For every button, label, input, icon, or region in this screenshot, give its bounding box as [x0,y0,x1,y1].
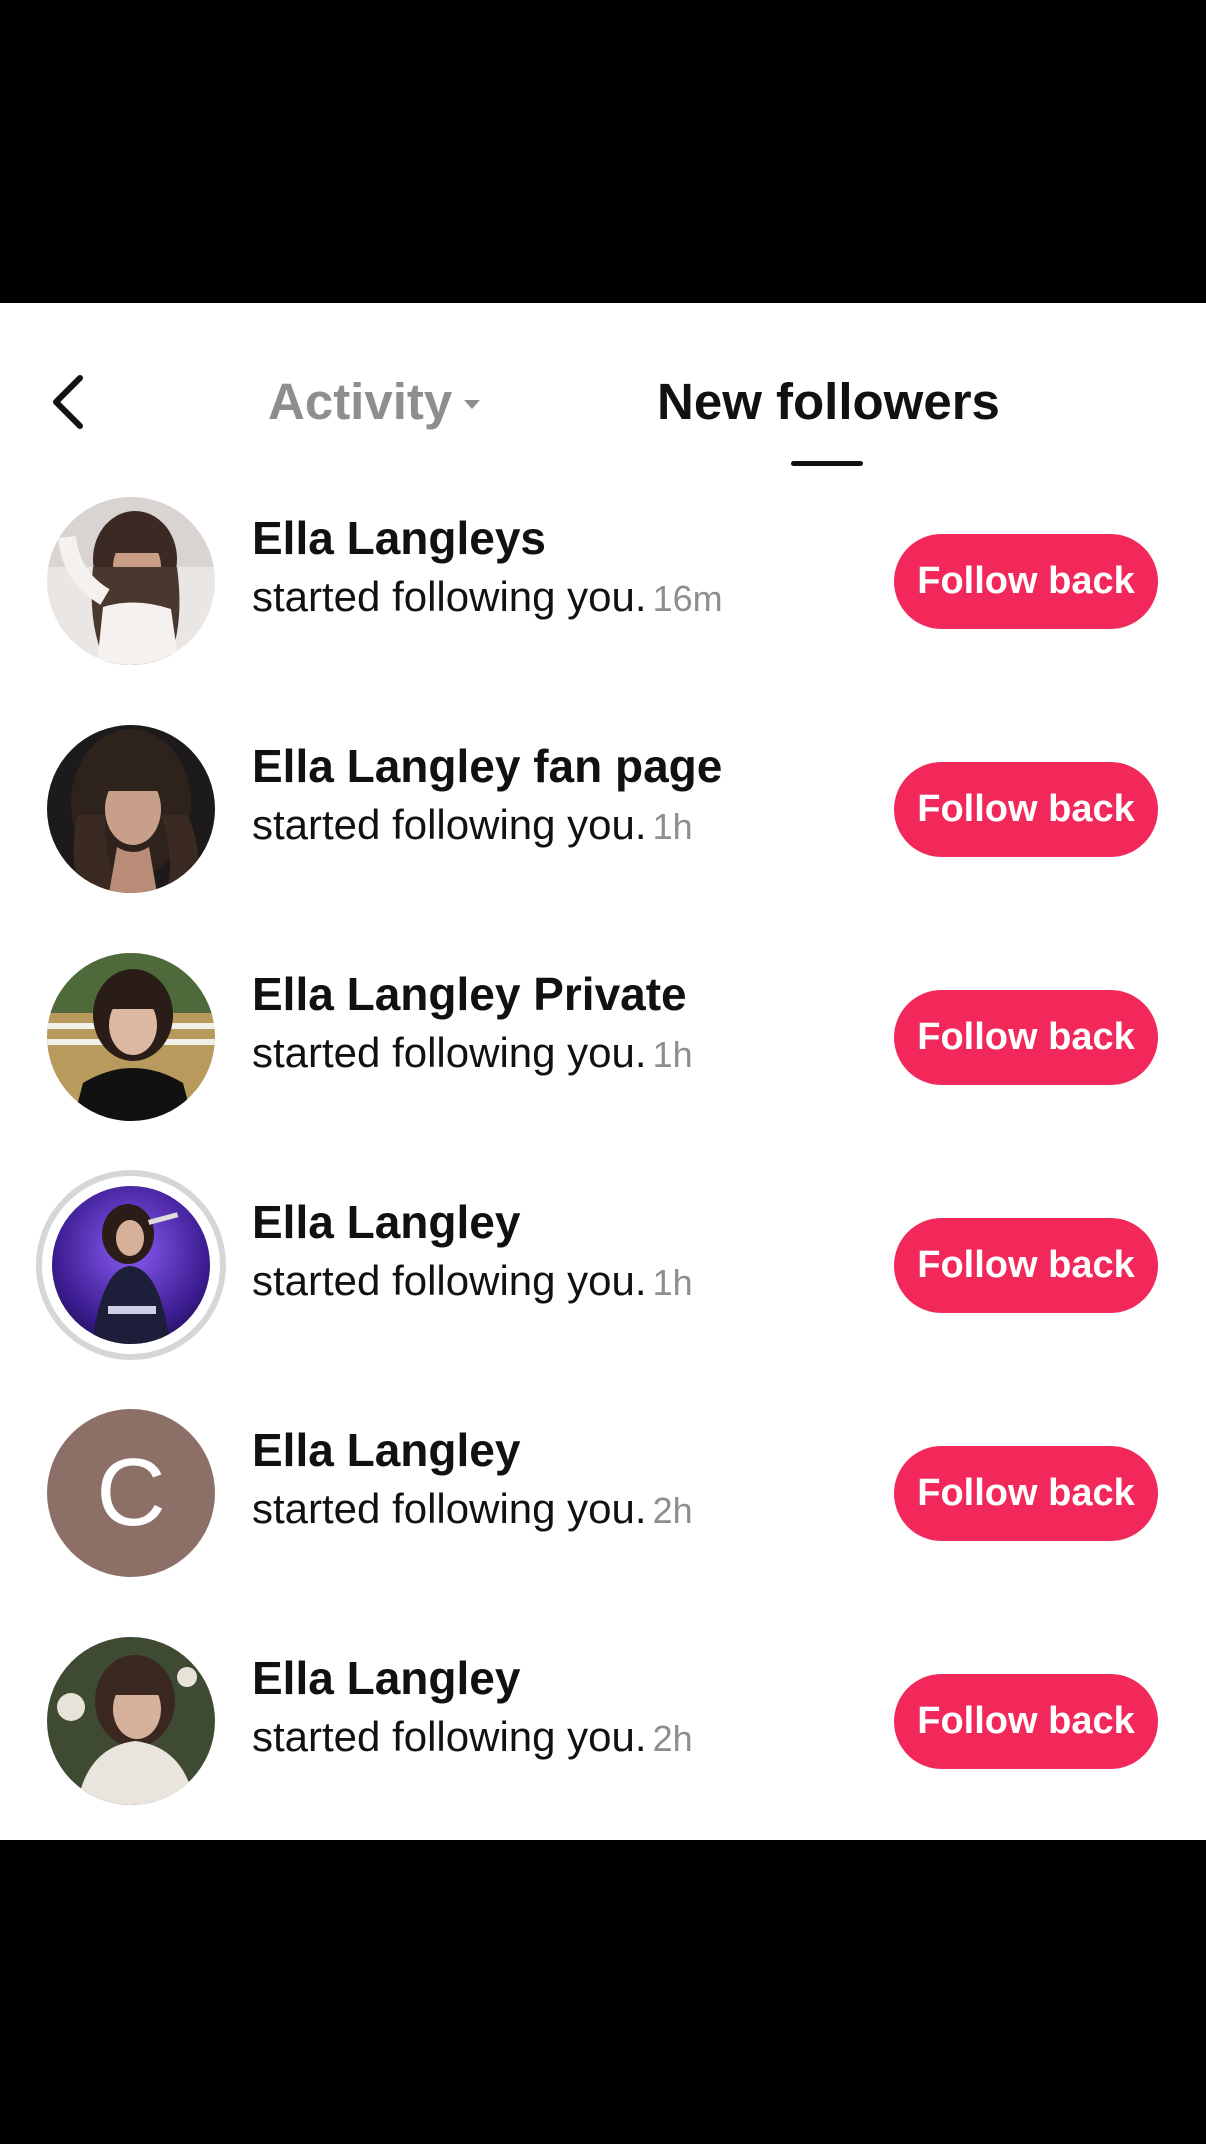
avatar-photo [47,497,215,665]
tab-new-followers[interactable]: New followers [657,366,1000,436]
activity-text: started following you. [252,573,647,620]
chevron-left-icon [53,375,83,429]
avatar-photo [52,1186,210,1344]
avatar-photo [47,725,215,893]
activity-text: started following you. [252,1485,647,1532]
tab-activity[interactable]: Activity [268,366,481,436]
follow-back-button[interactable]: Follow back [894,762,1158,857]
caret-down-icon [464,399,481,409]
follower-activity: started following you. 16m [252,573,723,621]
avatar-story-ring[interactable] [36,1170,226,1360]
follower-activity: started following you. 1h [252,1029,693,1077]
follower-name[interactable]: Ella Langley Private [252,967,687,1021]
avatar[interactable] [47,497,215,665]
follower-name[interactable]: Ella Langley fan page [252,739,722,793]
avatar-photo [47,953,215,1121]
follower-activity: started following you. 2h [252,1485,693,1533]
screen: Activity New followers Ella Langleys sta… [0,0,1206,2144]
list-item[interactable]: Ella Langley fan page started following … [0,695,1206,923]
activity-text: started following you. [252,1713,647,1760]
avatar[interactable] [47,1637,215,1805]
list-item[interactable]: Ella Langley started following you. 1h Fo… [0,1151,1206,1379]
follow-back-button[interactable]: Follow back [894,1674,1158,1769]
follower-name[interactable]: Ella Langley [252,1423,520,1477]
follow-back-button[interactable]: Follow back [894,1446,1158,1541]
follow-back-button[interactable]: Follow back [894,1218,1158,1313]
follower-name[interactable]: Ella Langley [252,1651,520,1705]
avatar[interactable] [47,725,215,893]
activity-time: 16m [652,578,723,619]
activity-time: 1h [652,806,693,847]
follow-back-button[interactable]: Follow back [894,534,1158,629]
follower-name[interactable]: Ella Langley [252,1195,520,1249]
list-item[interactable]: C Ella Langley started following you. 2h … [0,1379,1206,1607]
list-item[interactable]: Ella Langley Private started following y… [0,923,1206,1151]
avatar-letter: C [47,1409,215,1577]
list-item[interactable]: Ella Langleys started following you. 16m … [0,467,1206,695]
follower-activity: started following you. 1h [252,1257,693,1305]
avatar [52,1186,210,1344]
list-item[interactable]: Ella Langley started following you. 2h Fo… [0,1607,1206,1835]
follow-back-button[interactable]: Follow back [894,990,1158,1085]
avatar[interactable]: C [47,1409,215,1577]
active-tab-indicator [791,461,863,466]
activity-text: started following you. [252,1257,647,1304]
activity-text: started following you. [252,801,647,848]
activity-text: started following you. [252,1029,647,1076]
follower-activity: started following you. 1h [252,801,693,849]
avatar-photo [47,1637,215,1805]
activity-time: 2h [652,1718,693,1759]
follower-activity: started following you. 2h [252,1713,693,1761]
tab-activity-label: Activity [268,372,453,430]
avatar[interactable] [47,953,215,1121]
activity-time: 1h [652,1262,693,1303]
activity-time: 1h [652,1034,693,1075]
tab-new-followers-label: New followers [657,372,1000,430]
activity-time: 2h [652,1490,693,1531]
follower-name[interactable]: Ella Langleys [252,511,546,565]
back-button[interactable] [40,370,96,434]
